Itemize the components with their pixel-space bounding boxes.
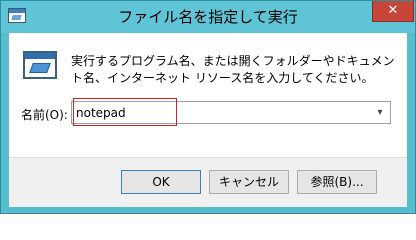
ok-button[interactable]: OK: [121, 170, 201, 194]
run-icon-titlebar: [25, 53, 55, 59]
button-bar: OK キャンセル 参照(B)...: [9, 157, 407, 207]
run-dialog: ファイル名を指定して実行 ✕ 実行するプログラム名、または開くフォルダーやドキュ…: [0, 0, 416, 214]
dialog-body: 実行するプログラム名、または開くフォルダーやドキュメント名、インターネット リソ…: [9, 33, 407, 207]
description-text: 実行するプログラム名、または開くフォルダーやドキュメント名、インターネット リソ…: [71, 54, 395, 85]
run-icon: [23, 51, 57, 79]
name-label: 名前(O):: [21, 108, 68, 122]
chevron-down-icon[interactable]: ▾: [372, 104, 388, 122]
title-bar[interactable]: ファイル名を指定して実行 ✕: [1, 1, 415, 33]
cancel-button[interactable]: キャンセル: [209, 170, 289, 194]
name-combobox[interactable]: ▾: [71, 98, 391, 126]
name-input[interactable]: [76, 104, 366, 122]
close-button[interactable]: ✕: [372, 1, 414, 22]
browse-button[interactable]: 参照(B)...: [297, 170, 377, 194]
window-title: ファイル名を指定して実行: [118, 8, 298, 26]
run-icon-window: [29, 63, 51, 73]
